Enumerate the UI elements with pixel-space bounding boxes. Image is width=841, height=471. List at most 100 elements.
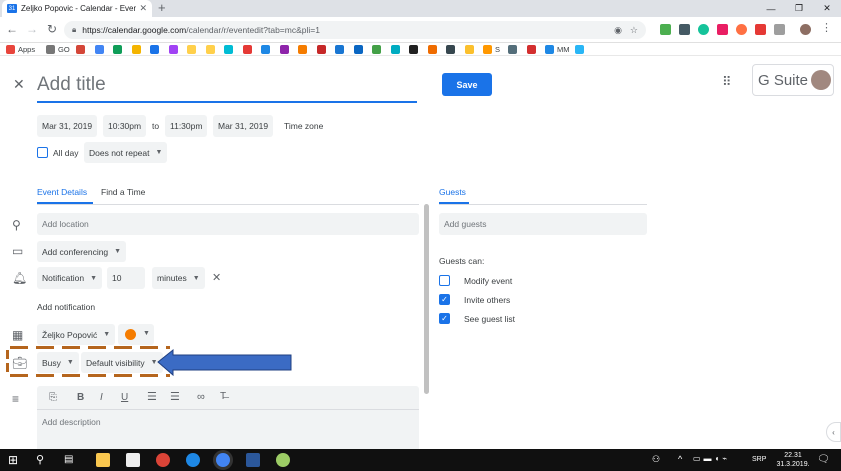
mail-icon[interactable] [126, 453, 140, 467]
tray-icons[interactable]: ▭▬◖⌁ [693, 454, 730, 463]
extension-icon[interactable] [660, 24, 671, 35]
tab-event-details[interactable]: Event Details [37, 187, 87, 197]
guest-permission-checkbox[interactable]: ✓ [439, 294, 450, 305]
bookmark-item[interactable] [409, 44, 421, 54]
guest-permission-checkbox[interactable]: ✓ [439, 313, 450, 324]
people-icon[interactable]: ⚇ [652, 454, 660, 465]
bookmark-item[interactable] [131, 44, 144, 54]
bookmark-item[interactable] [575, 44, 587, 54]
start-time-chip[interactable]: 10:30pm [103, 115, 147, 137]
bookmark-item[interactable] [316, 44, 329, 54]
close-window-icon[interactable]: ✕ [813, 0, 841, 17]
bookmark-item[interactable] [113, 44, 125, 54]
underline-icon[interactable]: U [121, 392, 128, 404]
profile-avatar[interactable] [800, 24, 811, 35]
notifications-icon[interactable]: 🗨︎ [817, 454, 830, 465]
file-explorer-icon[interactable] [96, 453, 110, 467]
attach-icon[interactable]: ⎘ [49, 392, 57, 404]
notification-unit-dropdown[interactable]: minutes ▼ [152, 267, 205, 289]
bookmark-item[interactable] [508, 44, 520, 54]
bookmark-item[interactable] [205, 44, 218, 54]
browser-tab-calendar[interactable]: 31 Zeljko Popovic - Calendar - Event ✕ [2, 0, 152, 17]
extension-icon[interactable] [679, 24, 690, 35]
browser-menu-icon[interactable]: ⋮ [821, 23, 832, 34]
bookmark-item[interactable] [187, 44, 199, 54]
notification-value-input[interactable]: 10 [107, 267, 145, 289]
notification-type-dropdown[interactable]: Notification ▼ [37, 267, 102, 289]
forward-arrow-icon[interactable]: → [24, 22, 40, 36]
repeat-dropdown[interactable]: Does not repeat ▼ [84, 142, 168, 163]
all-day-checkbox[interactable] [37, 147, 48, 158]
extension-icon[interactable] [717, 24, 728, 35]
bookmark-item[interactable] [427, 44, 440, 54]
close-event-icon[interactable]: ✕ [13, 77, 25, 91]
calendar-owner-dropdown[interactable]: Željko Popović ▼ [37, 324, 116, 345]
visibility-dropdown[interactable]: Default visibility ▼ [81, 352, 163, 373]
side-panel-toggle-icon[interactable]: ‹ [826, 422, 841, 442]
bold-icon[interactable]: B [77, 392, 84, 404]
bookmark-item[interactable] [390, 44, 403, 54]
bookmark-item[interactable] [353, 44, 366, 54]
apps-grid-icon[interactable]: ⠿ [722, 75, 731, 88]
remove-notification-icon[interactable]: ✕ [212, 272, 221, 284]
extension-icon[interactable] [755, 24, 766, 35]
bookmark-item[interactable] [298, 44, 310, 54]
numbered-list-icon[interactable]: ☰ [147, 391, 157, 403]
location-input[interactable]: Add location [37, 213, 419, 235]
guest-permission-checkbox[interactable] [439, 275, 450, 286]
view-icon[interactable]: ◉ [614, 25, 622, 36]
end-time-chip[interactable]: 11:30pm [165, 115, 208, 137]
windows-start-icon[interactable]: ⊞ [8, 453, 22, 467]
new-tab-button[interactable]: + [158, 1, 166, 15]
bookmark-item[interactable]: GO [46, 44, 70, 54]
link-icon[interactable]: ∞ [197, 391, 205, 403]
bookmark-item[interactable]: Apps [6, 44, 35, 54]
bookmark-item[interactable] [76, 44, 88, 54]
add-guests-input[interactable]: Add guests [439, 213, 647, 235]
busy-dropdown[interactable]: Busy ▼ [37, 352, 79, 373]
add-notification-link[interactable]: Add notification [37, 302, 95, 312]
italic-icon[interactable]: I [100, 392, 103, 404]
gsuite-account[interactable]: G Suite [752, 64, 834, 96]
description-input[interactable]: Add description [42, 417, 101, 427]
description-box[interactable]: ⎘ B I U ☰ ☰ ∞ T̶ Add description [37, 386, 419, 449]
bookmark-item[interactable] [150, 44, 162, 54]
bookmark-item[interactable] [261, 44, 273, 54]
restore-window-icon[interactable]: ❐ [785, 0, 813, 17]
start-date-chip[interactable]: Mar 31, 2019 [37, 115, 98, 137]
end-date-chip[interactable]: Mar 31, 2019 [213, 115, 274, 137]
bookmark-item[interactable] [94, 44, 107, 54]
language-indicator[interactable]: SRP [752, 456, 766, 463]
chrome-active-icon[interactable] [216, 453, 230, 467]
grammarly-icon[interactable] [698, 24, 709, 35]
bookmark-item[interactable] [168, 44, 181, 54]
timezone-link[interactable]: Time zone [284, 121, 323, 131]
details-scrollbar[interactable] [424, 204, 429, 394]
tab-find-time[interactable]: Find a Time [101, 187, 145, 197]
save-button[interactable]: Save [442, 73, 492, 96]
app-icon[interactable] [186, 453, 200, 467]
clock[interactable]: 22.31 31.3.2019. [773, 451, 813, 469]
bookmark-item[interactable]: S [483, 44, 500, 54]
title-input[interactable]: Add title [37, 73, 417, 103]
bookmark-star-icon[interactable]: ☆ [630, 25, 638, 36]
reload-icon[interactable]: ↻ [44, 22, 60, 36]
bulleted-list-icon[interactable]: ☰ [170, 391, 180, 403]
event-color-dropdown[interactable]: ▼ [118, 324, 154, 345]
bookmark-item[interactable] [372, 44, 384, 54]
clear-format-icon[interactable]: T̶ [220, 391, 226, 403]
address-bar[interactable]: 🔒︎ https://calendar.google.com/calendar/… [64, 21, 646, 39]
minimize-window-icon[interactable]: — [757, 0, 785, 17]
tab-guests[interactable]: Guests [439, 187, 466, 197]
bookmark-item[interactable] [446, 44, 458, 54]
search-icon[interactable]: ⚲ [36, 453, 50, 467]
bookmark-item[interactable] [464, 44, 477, 54]
bookmark-item[interactable]: MM [545, 44, 570, 54]
conferencing-dropdown[interactable]: Add conferencing ▼ [37, 241, 127, 262]
task-view-icon[interactable]: ▤ [64, 453, 78, 467]
extension-icon[interactable] [736, 24, 747, 35]
bookmark-item[interactable] [526, 44, 539, 54]
bookmark-item[interactable] [242, 44, 255, 54]
app-icon[interactable] [276, 453, 290, 467]
back-arrow-icon[interactable]: ← [4, 22, 20, 36]
